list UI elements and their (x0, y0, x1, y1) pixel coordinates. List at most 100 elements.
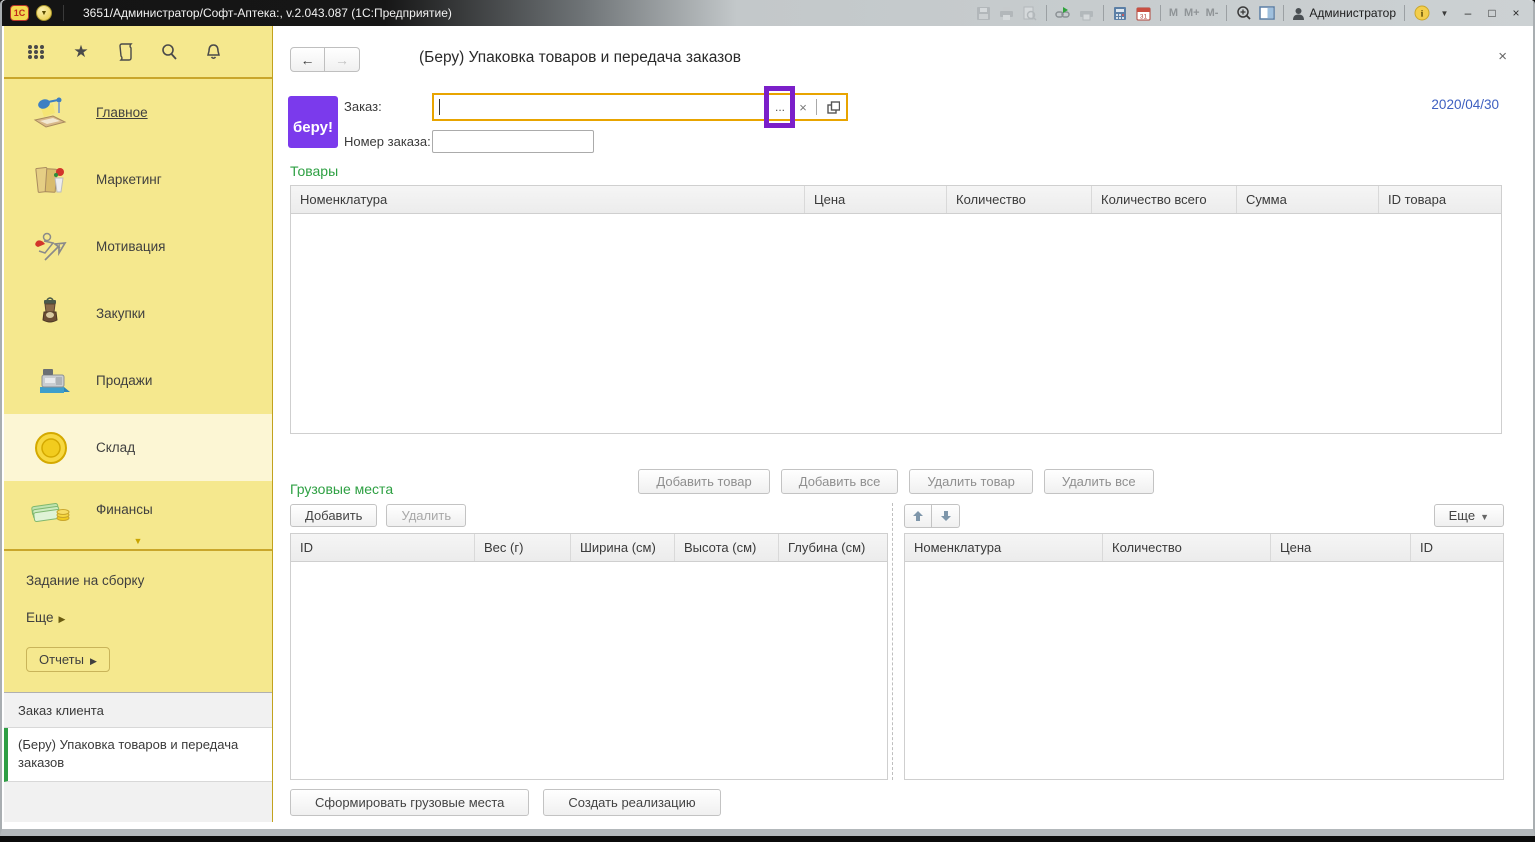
remove-item-button[interactable]: Удалить товар (909, 469, 1033, 494)
calculator-icon[interactable] (1112, 5, 1129, 21)
column-header[interactable]: Ширина (см) (571, 534, 675, 561)
goods-table-header: Номенклатура Цена Количество Количество … (291, 186, 1501, 214)
info-icon[interactable]: i (1413, 5, 1430, 21)
column-header[interactable]: Количество (947, 186, 1092, 213)
link-icon[interactable] (1055, 5, 1072, 21)
money-icon (30, 488, 72, 530)
cargo-add-button[interactable]: Добавить (290, 504, 377, 527)
preview-icon[interactable] (1021, 5, 1038, 21)
cargo-table-header: ID Вес (г) Ширина (см) Высота (см) Глуби… (291, 534, 887, 562)
lantern-icon (30, 293, 72, 335)
order-input[interactable] (434, 95, 767, 119)
cargo-toolbar: Добавить Удалить (290, 503, 888, 528)
create-realization-button[interactable]: Создать реализацию (543, 789, 720, 816)
column-header[interactable]: Номенклатура (905, 534, 1103, 561)
titlebar-separator (1046, 5, 1047, 21)
sidebar-item-warehouse[interactable]: Склад (4, 414, 272, 481)
order-choose-button[interactable]: ... (767, 95, 793, 119)
user-name-label: Администратор (1309, 6, 1396, 20)
notifications-bell-icon[interactable] (202, 41, 224, 63)
column-header[interactable]: Цена (805, 186, 947, 213)
move-down-button[interactable] (932, 504, 960, 528)
remove-all-button[interactable]: Удалить все (1044, 469, 1154, 494)
cargo-places-table[interactable]: ID Вес (г) Ширина (см) Высота (см) Глуби… (290, 533, 888, 780)
books-icon (30, 159, 72, 201)
column-header[interactable]: Сумма (1237, 186, 1379, 213)
history-icon[interactable] (114, 41, 136, 63)
order-open-button[interactable] (820, 95, 846, 119)
menu-grid-icon[interactable] (26, 41, 48, 63)
memory-m-minus-button[interactable]: M- (1206, 7, 1219, 19)
print-queue-icon[interactable] (1078, 5, 1095, 21)
sidebar-item-label: Мотивация (96, 239, 165, 254)
minimize-button[interactable]: – (1459, 6, 1477, 20)
add-all-button[interactable]: Добавить все (781, 469, 899, 494)
sidebar: ★ Главное Маркетинг (4, 26, 273, 822)
order-field: ... × (432, 93, 848, 121)
sidebar-expand-caret-icon[interactable]: ▼ (4, 537, 272, 549)
main-menu-icon[interactable]: ▼ (36, 5, 52, 21)
cargo-delete-button[interactable]: Удалить (386, 504, 466, 527)
close-button[interactable]: × (1507, 6, 1525, 20)
sidebar-item-label: Маркетинг (96, 172, 162, 187)
sidebar-item-label: Продажи (96, 373, 152, 388)
titlebar-left: 1С ▼ 3651/Администратор/Софт-Аптека:, v.… (2, 5, 452, 21)
column-header[interactable]: ID (291, 534, 475, 561)
print-icon[interactable] (998, 5, 1015, 21)
open-window-group-header[interactable]: Заказ клиента (4, 693, 272, 728)
current-user[interactable]: Администратор (1292, 6, 1396, 20)
column-header[interactable]: Высота (см) (675, 534, 779, 561)
memory-m-plus-button[interactable]: M+ (1184, 7, 1200, 19)
cash-register-icon (30, 360, 72, 402)
form-close-icon[interactable]: × (1498, 48, 1507, 65)
cargo-section-header: Грузовые места (290, 481, 393, 497)
assembly-task-link[interactable]: Задание на сборку (26, 573, 272, 588)
forward-button[interactable]: → (325, 47, 360, 72)
1c-logo-icon[interactable]: 1С (10, 5, 29, 21)
order-number-input[interactable] (432, 130, 594, 153)
open-window-active-item[interactable]: (Беру) Упаковка товаров и передача заказ… (4, 728, 272, 782)
sidebar-open-windows: Заказ клиента (Беру) Упаковка товаров и … (4, 692, 272, 822)
maximize-button[interactable]: □ (1483, 6, 1501, 20)
zoom-icon[interactable] (1235, 5, 1252, 21)
column-header[interactable]: ID товара (1379, 186, 1501, 213)
sidebar-item-marketing[interactable]: Маркетинг (4, 146, 272, 213)
cargo-table-body[interactable] (291, 562, 887, 779)
favorites-star-icon[interactable]: ★ (70, 41, 92, 63)
titlebar-separator (1283, 5, 1284, 21)
calendar-icon[interactable]: 31 (1135, 5, 1152, 21)
column-header[interactable]: ID (1411, 534, 1503, 561)
sidebar-item-motivation[interactable]: Мотивация (4, 213, 272, 280)
column-header[interactable]: Количество (1103, 534, 1271, 561)
memory-m-button[interactable]: M (1169, 7, 1178, 19)
column-header[interactable]: Количество всего (1092, 186, 1237, 213)
titlebar-separator (63, 5, 64, 21)
search-icon[interactable] (158, 41, 180, 63)
cargo-content-table-body[interactable] (905, 562, 1503, 779)
panel-splitter[interactable] (892, 503, 893, 780)
sidebar-item-finance[interactable]: Финансы (4, 481, 272, 537)
create-cargo-places-button[interactable]: Сформировать грузовые места (290, 789, 529, 816)
goods-table-body[interactable] (291, 214, 1501, 433)
more-link[interactable]: Еще▶ (26, 610, 272, 625)
cargo-content-table[interactable]: Номенклатура Количество Цена ID (904, 533, 1504, 780)
more-button[interactable]: Еще▼ (1434, 504, 1504, 527)
save-icon[interactable] (975, 5, 992, 21)
sidebar-item-glavnoe[interactable]: Главное (4, 79, 272, 146)
move-up-button[interactable] (904, 504, 932, 528)
split-view-icon[interactable] (1258, 5, 1275, 21)
back-button[interactable]: ← (290, 47, 325, 72)
sidebar-item-purchasing[interactable]: Закупки (4, 280, 272, 347)
column-header[interactable]: Цена (1271, 534, 1411, 561)
order-clear-button[interactable]: × (793, 95, 813, 119)
chevron-down-icon[interactable]: ▼ (1436, 5, 1453, 21)
add-item-button[interactable]: Добавить товар (638, 469, 769, 494)
column-header[interactable]: Вес (г) (475, 534, 571, 561)
reports-button[interactable]: Отчеты▶ (26, 647, 110, 672)
field-divider (816, 99, 817, 115)
column-header[interactable]: Глубина (см) (779, 534, 887, 561)
column-header[interactable]: Номенклатура (291, 186, 805, 213)
sidebar-item-sales[interactable]: Продажи (4, 347, 272, 414)
text-caret (439, 99, 440, 115)
goods-table[interactable]: Номенклатура Цена Количество Количество … (290, 185, 1502, 434)
